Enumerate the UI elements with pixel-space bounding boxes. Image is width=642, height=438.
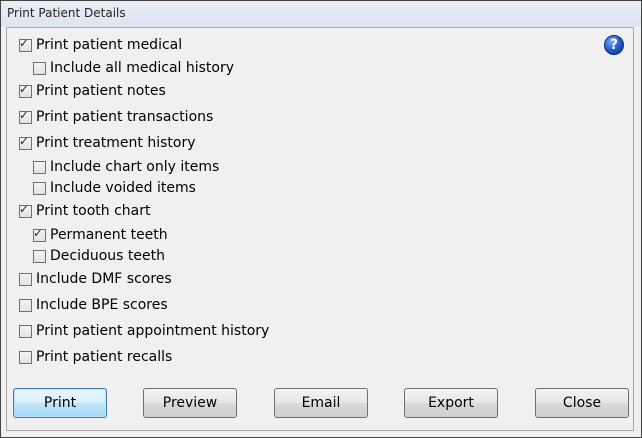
checkbox[interactable]: ✓ [19,201,32,218]
checkbox[interactable] [19,272,32,286]
check-mark-icon: ✓ [19,201,30,216]
option-label: Include chart only items [50,159,220,175]
option-label: Print patient transactions [36,109,214,125]
checkbox[interactable]: ✓ [19,133,32,150]
option-label: Include voided items [50,180,196,196]
option-print-patient-appointment-history[interactable]: Print patient appointment history [19,321,269,341]
option-label: Print treatment history [36,135,196,151]
export-button[interactable]: Export [404,388,498,418]
option-permanent-teeth[interactable]: ✓ Permanent teeth [33,225,168,245]
option-print-patient-transactions[interactable]: ✓ Print patient transactions [19,107,213,127]
dialog-content: ? ✓ Print patient medical Include all me… [6,27,634,431]
print-button[interactable]: Print [13,388,107,418]
option-include-dmf-scores[interactable]: Include DMF scores [19,269,172,289]
option-label: Print patient appointment history [36,323,270,339]
option-label: Include BPE scores [36,297,168,313]
checkbox[interactable] [33,160,46,174]
check-mark-icon: ✓ [19,107,30,122]
option-print-patient-recalls[interactable]: Print patient recalls [19,347,172,367]
help-icon[interactable]: ? [604,35,624,55]
checkbox[interactable]: ✓ [19,35,32,52]
email-button[interactable]: Email [274,388,368,418]
checkbox[interactable]: ✓ [19,81,32,98]
checkbox[interactable] [33,249,46,263]
checkbox[interactable] [33,181,46,195]
option-print-tooth-chart[interactable]: ✓ Print tooth chart [19,201,150,221]
checkbox[interactable]: ✓ [33,225,46,242]
option-label: Print patient recalls [36,349,173,365]
option-label: Include DMF scores [36,271,172,287]
option-label: Print patient notes [36,83,166,99]
option-print-patient-medical[interactable]: ✓ Print patient medical [19,35,182,55]
check-mark-icon: ✓ [33,225,44,240]
title-bar[interactable]: Print Patient Details [1,1,641,27]
option-print-patient-notes[interactable]: ✓ Print patient notes [19,81,166,101]
checkbox[interactable] [19,324,32,338]
option-include-bpe-scores[interactable]: Include BPE scores [19,295,168,315]
check-mark-icon: ✓ [19,81,30,96]
option-deciduous-teeth[interactable]: Deciduous teeth [33,246,165,266]
close-button[interactable]: Close [535,388,629,418]
check-mark-icon: ✓ [19,35,30,50]
checkbox[interactable] [19,298,32,312]
checkbox[interactable]: ✓ [19,107,32,124]
checkbox[interactable] [19,350,32,364]
option-label: Print tooth chart [36,203,151,219]
option-include-voided-items[interactable]: Include voided items [33,178,196,198]
window-title: Print Patient Details [7,6,126,20]
option-label: Include all medical history [50,60,235,76]
option-label: Permanent teeth [50,227,168,243]
check-mark-icon: ✓ [19,133,30,148]
checkbox[interactable] [33,61,46,75]
print-patient-details-window: Print Patient Details ? ✓ Print patient … [0,0,642,438]
preview-button[interactable]: Preview [143,388,237,418]
option-print-treatment-history[interactable]: ✓ Print treatment history [19,133,196,153]
option-label: Deciduous teeth [50,248,166,264]
option-include-chart-only-items[interactable]: Include chart only items [33,157,219,177]
option-label: Print patient medical [36,37,183,53]
option-include-all-medical-history[interactable]: Include all medical history [33,58,234,78]
